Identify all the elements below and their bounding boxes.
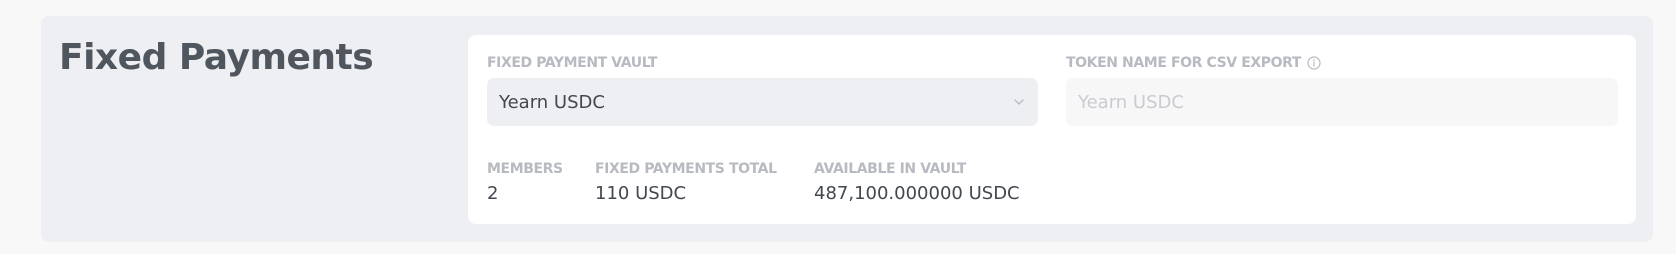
available-in-vault-value: 487,100.000000 USDC — [814, 183, 1020, 204]
info-icon[interactable] — [1307, 56, 1321, 70]
fixed-payments-total-value: 110 USDC — [595, 183, 687, 204]
fixed-payments-total-label: FIXED PAYMENTS TOTAL — [595, 161, 777, 177]
available-in-vault-label: AVAILABLE IN VAULT — [814, 161, 967, 177]
fixed-payments-card: FIXED PAYMENT VAULT Yearn USDC TOKEN NAM… — [468, 35, 1636, 224]
vault-select[interactable]: Yearn USDC — [487, 78, 1038, 126]
token-name-label-text: TOKEN NAME FOR CSV EXPORT — [1066, 55, 1302, 71]
section-title: Fixed Payments — [59, 37, 374, 78]
fixed-payments-section: Fixed Payments FIXED PAYMENT VAULT Yearn… — [41, 16, 1653, 242]
token-name-input[interactable] — [1066, 78, 1618, 126]
vault-label: FIXED PAYMENT VAULT — [487, 55, 658, 71]
vault-select-value: Yearn USDC — [499, 91, 605, 113]
token-name-label: TOKEN NAME FOR CSV EXPORT — [1066, 54, 1321, 72]
chevron-down-icon — [1014, 99, 1024, 105]
members-value: 2 — [487, 183, 499, 204]
members-label: MEMBERS — [487, 161, 563, 177]
